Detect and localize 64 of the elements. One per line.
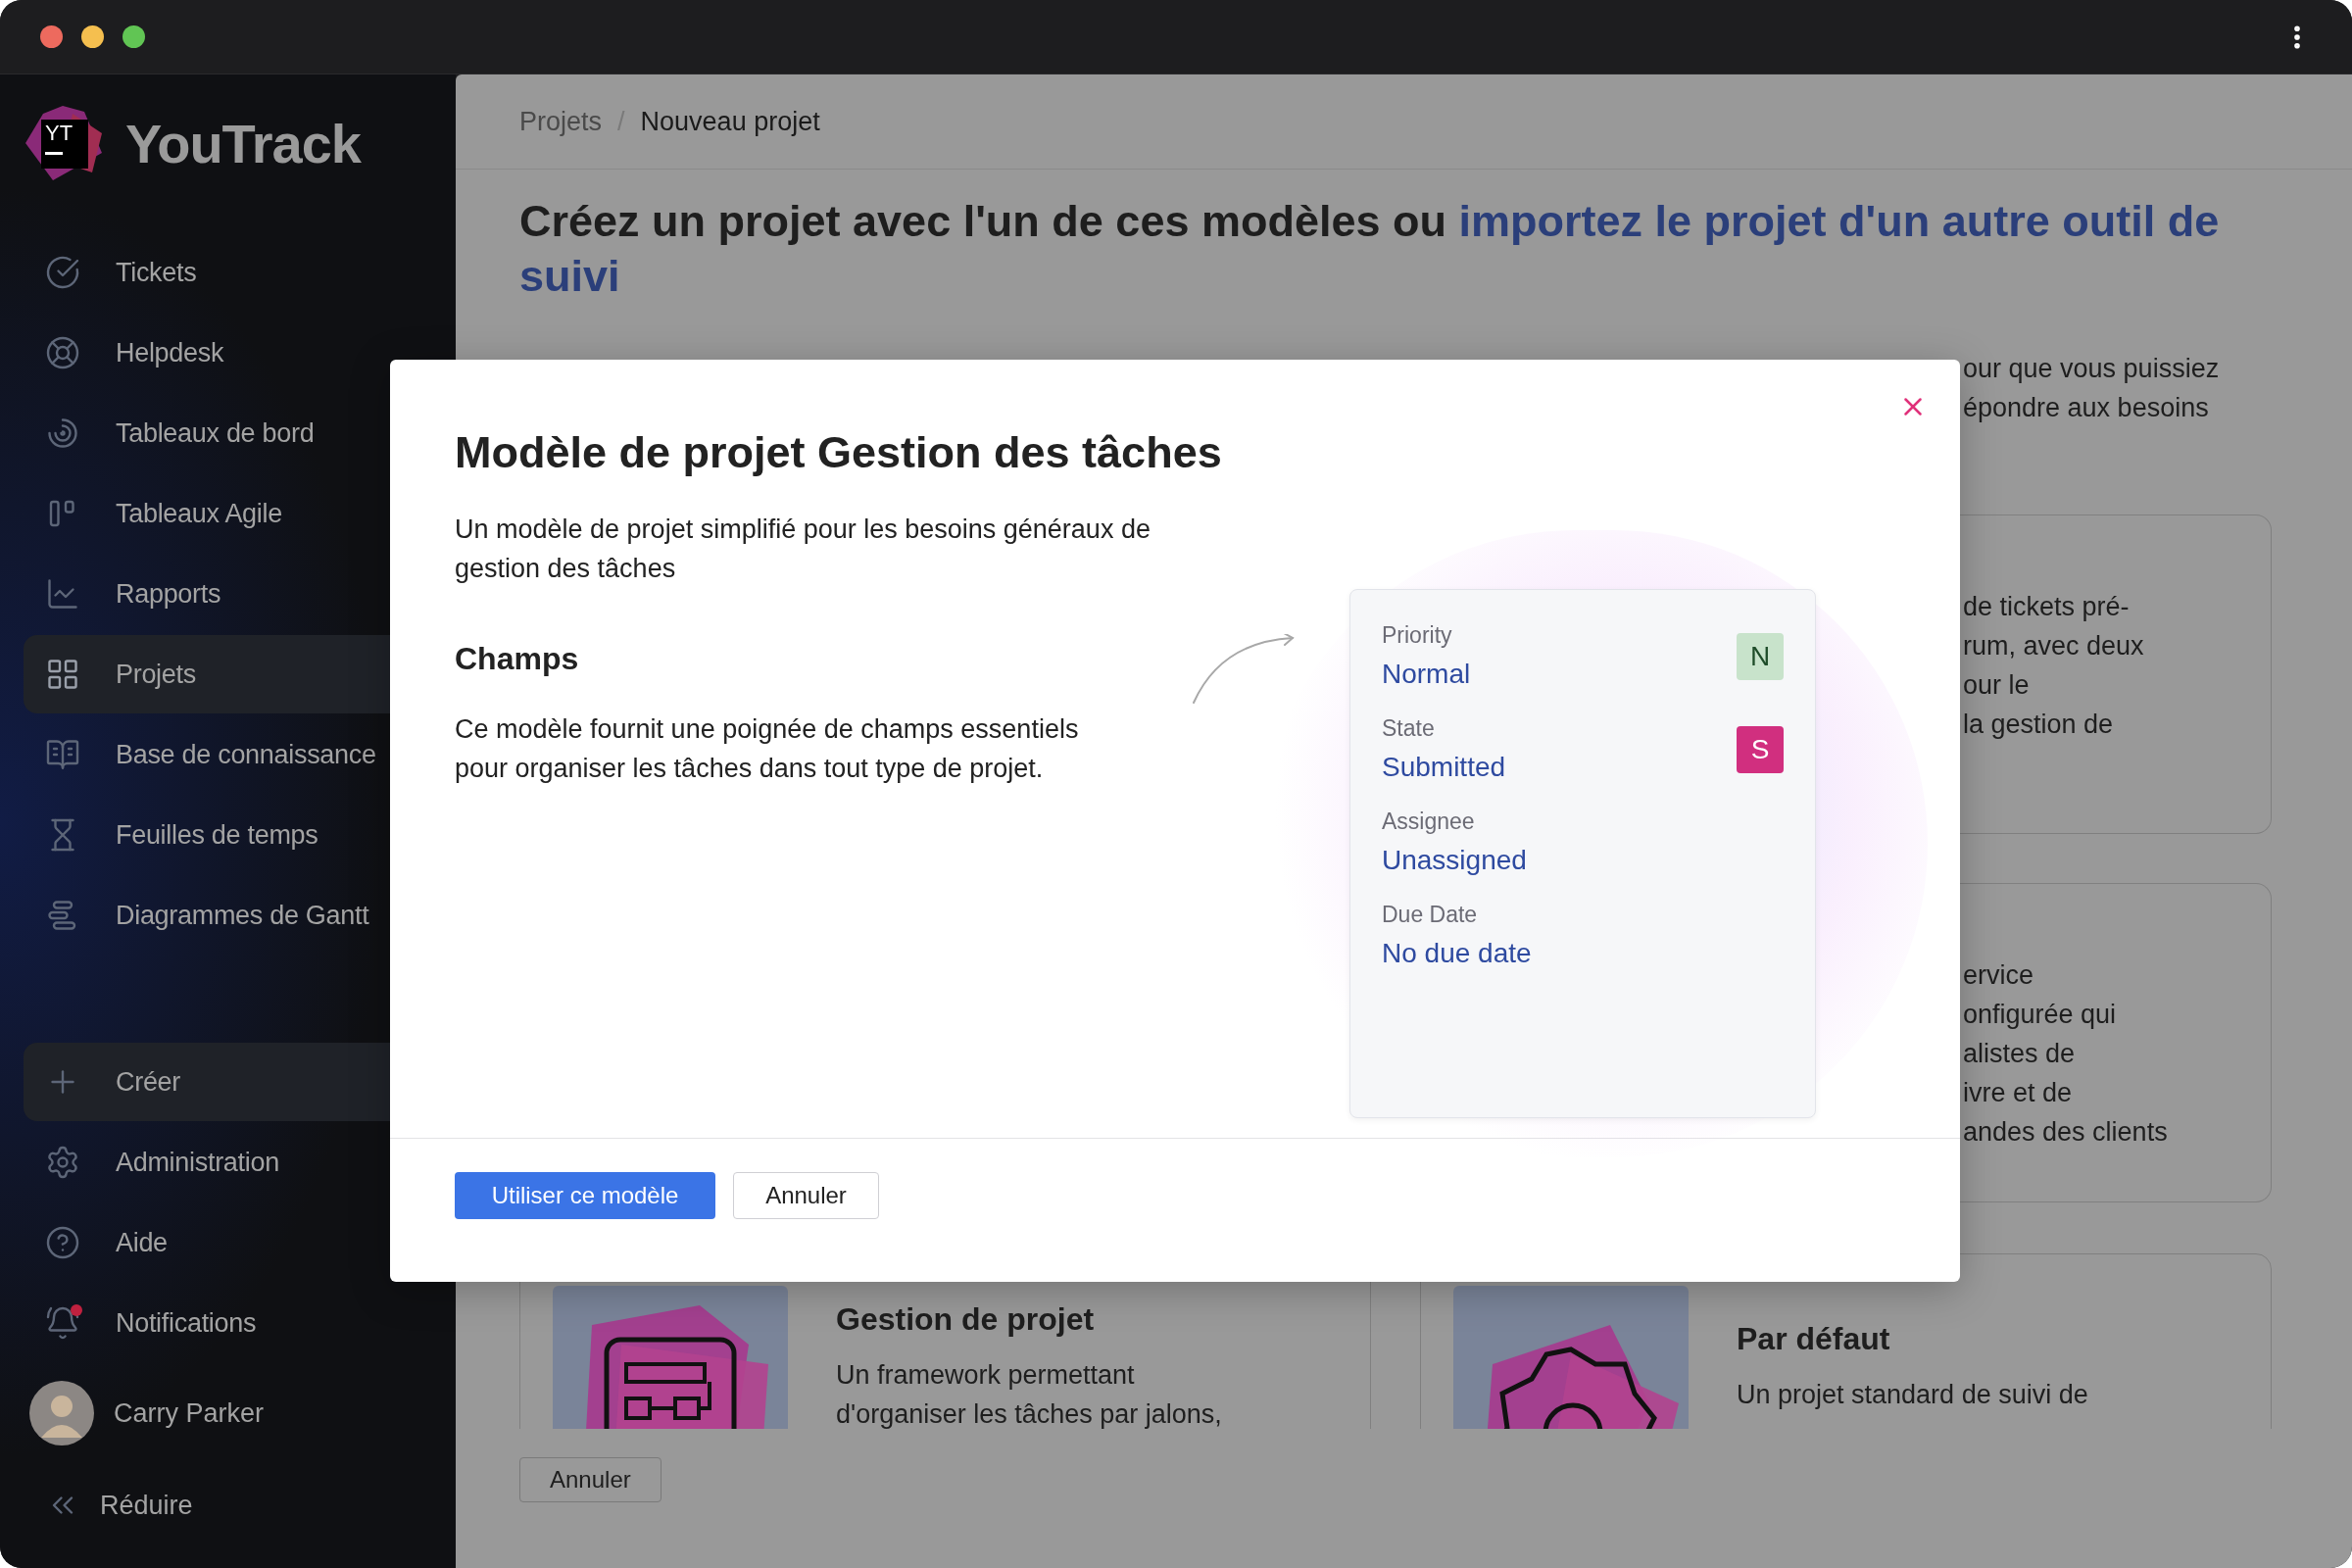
settings-icon bbox=[45, 1145, 80, 1180]
intro-text: épondre aux besoins bbox=[1963, 392, 2210, 424]
zoom-window-button[interactable] bbox=[122, 25, 145, 48]
sidebar-item[interactable]: Aide bbox=[24, 1203, 456, 1282]
sidebar-item[interactable]: Diagrammes de Gantt bbox=[24, 876, 456, 955]
import-link[interactable]: importez le projet d'un autre outil de bbox=[1458, 196, 2220, 246]
app-name: YouTrack bbox=[125, 112, 361, 176]
line-chart-icon bbox=[45, 576, 80, 612]
intro-text: our que vous puissiez bbox=[1963, 353, 2221, 385]
lifebuoy-icon bbox=[45, 335, 80, 370]
help-icon bbox=[45, 1225, 80, 1260]
field-label: Assignee bbox=[1382, 808, 1476, 836]
sidebar-item[interactable]: Administration bbox=[24, 1123, 456, 1201]
arcs-icon bbox=[45, 416, 80, 451]
bell-icon bbox=[45, 1305, 80, 1341]
section-text: Ce modèle fournit une poignée de champs essentiels pour organiser les tâches dans tout type de projet. bbox=[455, 713, 1080, 785]
card-text: rum, avec deux bbox=[1963, 630, 2145, 662]
user-profile[interactable]: Carry Parker bbox=[29, 1374, 456, 1452]
collapse-button[interactable]: Réduire bbox=[24, 1466, 456, 1544]
value-tag: S bbox=[1737, 725, 1784, 773]
sidebar-item[interactable]: Tickets bbox=[24, 233, 456, 312]
value-tag: N bbox=[1737, 632, 1784, 680]
field-value[interactable]: Submitted bbox=[1382, 750, 1506, 785]
minimize-window-button[interactable] bbox=[81, 25, 104, 48]
field-label: Priority bbox=[1382, 621, 1453, 650]
card-text: alistes de bbox=[1963, 1038, 2077, 1070]
sidebar-item[interactable]: Base de connaissance bbox=[24, 715, 456, 794]
card-text: onfigurée qui bbox=[1963, 999, 2118, 1031]
card-title: Gestion de projet bbox=[836, 1300, 1096, 1339]
card-text: d'organiser les tâches par jalons, bbox=[836, 1398, 1222, 1429]
close-window-button[interactable] bbox=[40, 25, 63, 48]
sidebar-item[interactable]: Tableaux de bord bbox=[24, 394, 456, 472]
check-circle-icon bbox=[45, 255, 80, 290]
dialog-description: Un modèle de projet simplifié pour les besoins généraux de gestion des tâches bbox=[455, 514, 1152, 585]
field-label: Due Date bbox=[1382, 901, 1479, 929]
breadcrumb-separator: / bbox=[617, 105, 625, 138]
avatar bbox=[29, 1381, 94, 1446]
cancel-button[interactable]: Annuler bbox=[519, 1457, 662, 1502]
card-text: ivre et de bbox=[1963, 1077, 2074, 1109]
grid-icon bbox=[45, 657, 80, 692]
cancel-button[interactable]: Annuler bbox=[733, 1172, 879, 1219]
use-template-button[interactable]: Utiliser ce modèle bbox=[455, 1172, 715, 1219]
sidebar-item[interactable]: Tableaux Agile bbox=[24, 474, 456, 553]
sidebar-item[interactable]: Notifications bbox=[24, 1284, 456, 1362]
card-text: ervice bbox=[1963, 959, 2035, 992]
card-text: our le bbox=[1963, 669, 2031, 702]
field-value[interactable]: Normal bbox=[1382, 657, 1471, 692]
sidebar-item[interactable]: Rapports bbox=[24, 555, 456, 633]
page-heading: Créez un projet avec l'un de ces modèles ou importez le projet d'un autre outil de suivi bbox=[519, 195, 2221, 303]
card-text: Un projet standard de suivi de bbox=[1737, 1379, 2088, 1411]
card-text: andes des clients bbox=[1963, 1116, 2169, 1149]
card-title: Par défaut bbox=[1737, 1320, 1891, 1358]
card-text: de tickets pré- bbox=[1963, 591, 2131, 623]
import-link[interactable]: suivi bbox=[519, 251, 620, 301]
field-value[interactable]: Unassigned bbox=[1382, 843, 1527, 878]
section-title: Champs bbox=[455, 640, 580, 678]
card-text: la gestion de bbox=[1963, 709, 2115, 741]
book-icon bbox=[45, 737, 80, 772]
card-text: Un framework permettant bbox=[836, 1359, 1136, 1392]
sidebar-item[interactable]: Helpdesk bbox=[24, 314, 456, 392]
sidebar-item[interactable]: Feuilles de temps bbox=[24, 796, 456, 874]
field-label: State bbox=[1382, 714, 1436, 743]
dialog-title: Modèle de projet Gestion des tâches bbox=[455, 426, 1222, 479]
field-value[interactable]: No due date bbox=[1382, 936, 1532, 971]
